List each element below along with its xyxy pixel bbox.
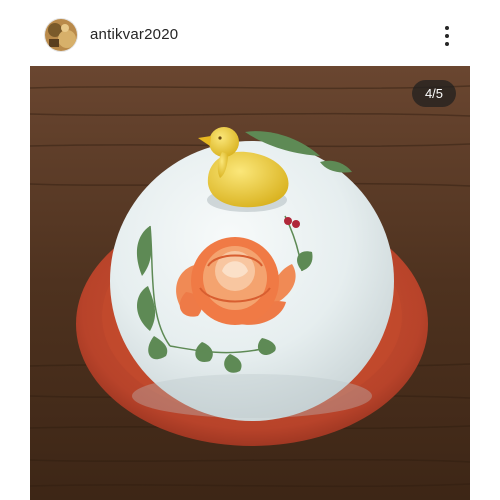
post-header: antikvar2020 (0, 0, 500, 66)
post-username[interactable]: antikvar2020 (90, 26, 178, 43)
post-photo[interactable] (30, 66, 470, 500)
photo-counter: 4/5 (412, 80, 456, 107)
more-vertical-icon[interactable] (440, 24, 454, 48)
avatar-image (45, 19, 77, 51)
butter-dish-image (30, 66, 470, 500)
avatar[interactable] (45, 19, 77, 51)
